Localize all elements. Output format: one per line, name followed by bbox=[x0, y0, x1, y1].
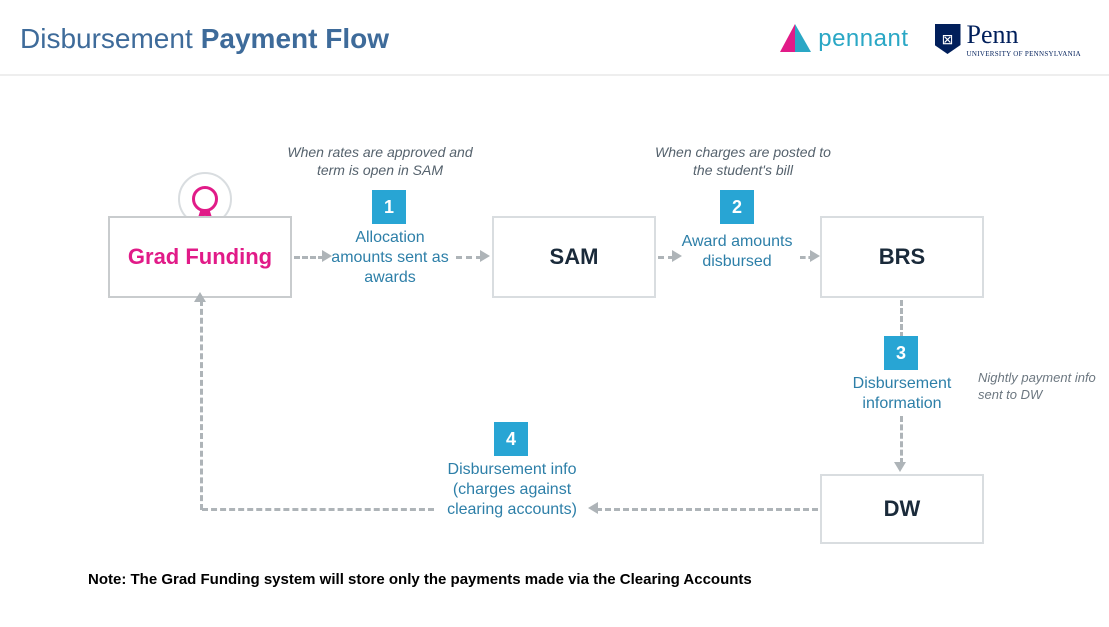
arrowhead-step4-to-gf bbox=[194, 292, 206, 302]
arrowhead-sam-to-step2 bbox=[672, 250, 682, 262]
node-sam: SAM bbox=[492, 216, 656, 298]
step2-num: 2 bbox=[732, 197, 742, 218]
node-brs: BRS bbox=[820, 216, 984, 298]
node-sam-label: SAM bbox=[550, 244, 599, 270]
arrow-step4-to-gf-h bbox=[202, 508, 434, 511]
step1-badge: 1 bbox=[372, 190, 406, 224]
node-grad-funding-label: Grad Funding bbox=[128, 244, 272, 270]
title-bold: Payment Flow bbox=[201, 23, 389, 55]
node-dw: DW bbox=[820, 474, 984, 544]
step2-badge: 2 bbox=[720, 190, 754, 224]
step3-side-note: Nightly payment info sent to DW bbox=[978, 370, 1096, 404]
penn-shield-icon bbox=[935, 24, 961, 54]
arrow-step1-to-sam bbox=[456, 256, 482, 259]
diagram-canvas: Grad Funding SAM BRS DW When rates are a… bbox=[0, 76, 1109, 596]
arrowhead-step3-to-dw bbox=[894, 462, 906, 472]
arrow-step3-to-dw bbox=[900, 416, 903, 464]
step2-caption: Award amounts disbursed bbox=[672, 232, 802, 272]
arrowhead-dw-to-step4 bbox=[588, 502, 598, 514]
penn-sub: University of Pennsylvania bbox=[967, 50, 1082, 58]
step4-caption: Disbursement info (charges against clear… bbox=[432, 460, 592, 520]
page-title: Disbursement Payment Flow bbox=[20, 23, 389, 55]
pennant-word: pennant bbox=[818, 25, 908, 53]
header-bar: Disbursement Payment Flow pennant Penn U… bbox=[0, 0, 1109, 76]
arrow-dw-to-step4 bbox=[596, 508, 818, 511]
pennant-logo: pennant bbox=[778, 22, 908, 56]
arrowhead-gf-to-step1 bbox=[322, 250, 332, 262]
penn-word: Penn bbox=[967, 20, 1082, 50]
arrow-step4-to-gf-v bbox=[200, 300, 203, 510]
node-grad-funding: Grad Funding bbox=[108, 216, 292, 298]
logo-group: pennant Penn University of Pennsylvania bbox=[778, 20, 1081, 58]
arrowhead-step2-to-brs bbox=[810, 250, 820, 262]
step4-badge: 4 bbox=[494, 422, 528, 456]
step2-top-note: When charges are posted to the student's… bbox=[648, 144, 838, 179]
node-brs-label: BRS bbox=[879, 244, 925, 270]
step3-caption: Disbursement information bbox=[840, 374, 964, 414]
step1-caption: Allocation amounts sent as awards bbox=[326, 228, 454, 288]
arrow-gf-to-step1 bbox=[294, 256, 324, 259]
footer-note: Note: The Grad Funding system will store… bbox=[88, 571, 752, 588]
step1-top-note: When rates are approved and term is open… bbox=[280, 144, 480, 179]
step3-badge: 3 bbox=[884, 336, 918, 370]
arrowhead-step1-to-sam bbox=[480, 250, 490, 262]
node-dw-label: DW bbox=[884, 496, 921, 522]
title-light: Disbursement bbox=[20, 23, 193, 55]
step3-num: 3 bbox=[896, 343, 906, 364]
step1-num: 1 bbox=[384, 197, 394, 218]
step4-num: 4 bbox=[506, 429, 516, 450]
penn-logo: Penn University of Pennsylvania bbox=[935, 20, 1082, 58]
arrow-brs-to-step3 bbox=[900, 300, 903, 338]
pennant-icon bbox=[778, 22, 812, 56]
